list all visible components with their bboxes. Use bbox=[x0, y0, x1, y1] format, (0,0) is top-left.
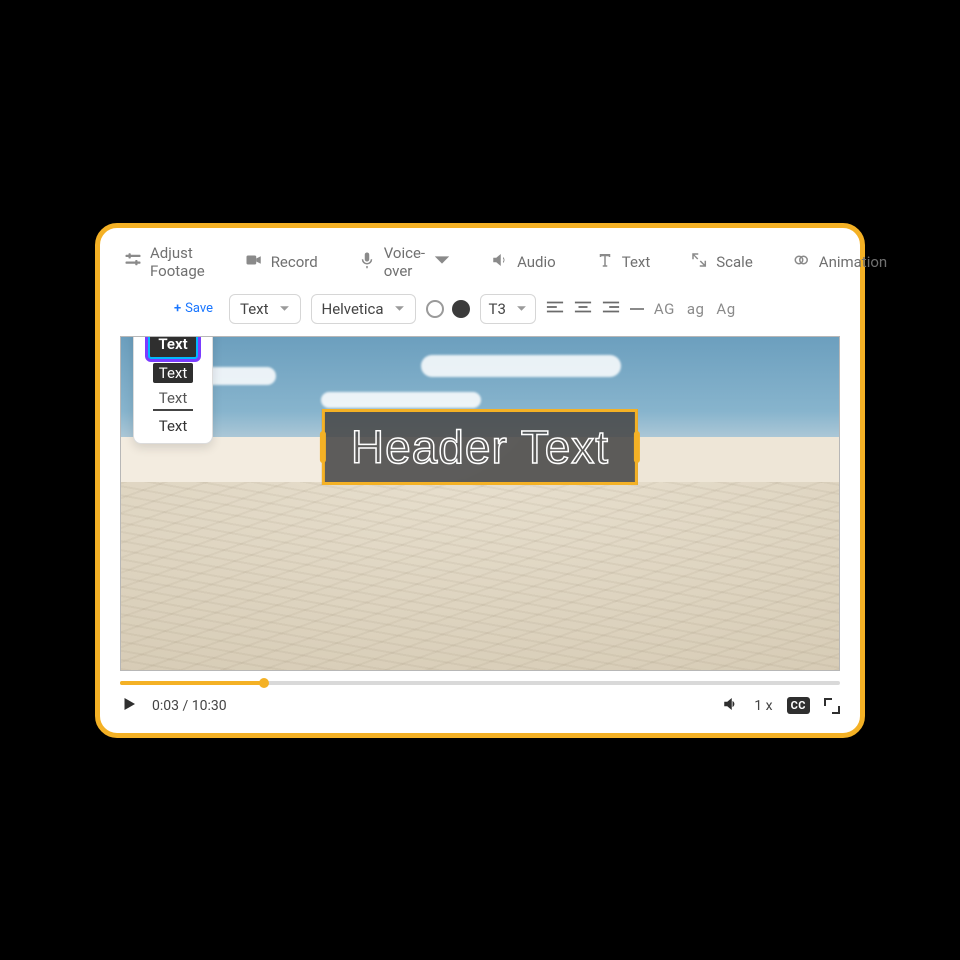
text-overlay-box[interactable]: Header Text bbox=[322, 409, 638, 485]
preview-cloud bbox=[421, 355, 621, 377]
scale-label: Scale bbox=[716, 253, 753, 271]
color-swatches bbox=[426, 300, 470, 318]
alignment-group bbox=[546, 300, 620, 318]
text-button[interactable]: Text bbox=[596, 251, 651, 273]
speaker-icon bbox=[491, 251, 509, 273]
text-style-select-value: Text bbox=[240, 300, 269, 318]
dash-icon[interactable] bbox=[630, 308, 644, 310]
audio-label: Audio bbox=[517, 253, 556, 271]
speed-button[interactable]: 1 x bbox=[754, 698, 772, 714]
animation-icon bbox=[793, 251, 811, 273]
text-case-group: AG ag Ag bbox=[654, 300, 736, 318]
format-toolbar: Save Text Helvetica T3 AG ag Ag bbox=[120, 290, 840, 334]
record-button[interactable]: Record bbox=[245, 251, 318, 273]
volume-button[interactable] bbox=[722, 695, 740, 717]
text-icon bbox=[596, 251, 614, 273]
audio-button[interactable]: Audio bbox=[491, 251, 556, 273]
align-left-icon[interactable] bbox=[546, 300, 564, 318]
main-toolbar: Adjust Footage Record Voice-over Audio bbox=[120, 238, 840, 290]
chevron-down-icon bbox=[394, 300, 405, 318]
microphone-icon bbox=[358, 251, 376, 273]
record-label: Record bbox=[271, 253, 318, 271]
lowercase-button[interactable]: ag bbox=[687, 300, 705, 318]
preview-cloud bbox=[321, 392, 481, 408]
uppercase-button[interactable]: AG bbox=[654, 300, 675, 318]
chevron-down-icon bbox=[433, 251, 451, 273]
voice-over-button[interactable]: Voice-over bbox=[358, 244, 451, 280]
adjust-footage-label: Adjust Footage bbox=[150, 244, 205, 280]
seek-thumb[interactable] bbox=[259, 678, 269, 688]
seek-bar[interactable] bbox=[120, 681, 840, 685]
preview-sand bbox=[121, 482, 839, 670]
video-editor-window: Adjust Footage Record Voice-over Audio bbox=[95, 223, 865, 738]
font-family-select[interactable]: Helvetica bbox=[311, 294, 416, 324]
sliders-icon bbox=[124, 251, 142, 273]
captions-button[interactable]: CC bbox=[787, 697, 810, 714]
text-style-option[interactable]: Text bbox=[153, 363, 194, 383]
save-button[interactable]: Save bbox=[174, 301, 213, 316]
time-total: 10:30 bbox=[192, 698, 227, 714]
adjust-footage-button[interactable]: Adjust Footage bbox=[124, 244, 205, 280]
text-style-option[interactable]: Text bbox=[153, 415, 194, 437]
animation-label: Animation bbox=[819, 253, 887, 271]
save-label: Save bbox=[185, 301, 213, 316]
seek-progress bbox=[120, 681, 264, 685]
video-preview[interactable]: Header Text Text Text Text Text bbox=[120, 336, 840, 671]
fill-color-swatch[interactable] bbox=[452, 300, 470, 318]
text-style-popover: Text Text Text Text bbox=[133, 336, 213, 444]
fullscreen-button[interactable] bbox=[824, 698, 840, 714]
text-style-option[interactable]: Text bbox=[148, 336, 197, 359]
scale-icon bbox=[690, 251, 708, 273]
voice-over-label: Voice-over bbox=[384, 244, 425, 280]
align-center-icon[interactable] bbox=[574, 300, 592, 318]
font-size-select-value: T3 bbox=[489, 300, 506, 318]
player-controls: 0:03 / 10:30 1 x CC bbox=[120, 695, 840, 717]
resize-handle-right[interactable] bbox=[634, 431, 640, 463]
overlay-text: Header Text bbox=[351, 421, 609, 473]
stroke-color-swatch[interactable] bbox=[426, 300, 444, 318]
titlecase-button[interactable]: Ag bbox=[716, 300, 735, 318]
chevron-down-icon bbox=[279, 300, 290, 318]
time-elapsed: 0:03 bbox=[152, 698, 179, 714]
video-camera-icon bbox=[245, 251, 263, 273]
font-size-select[interactable]: T3 bbox=[480, 294, 536, 324]
text-label: Text bbox=[622, 253, 651, 271]
chevron-down-icon bbox=[516, 300, 527, 318]
text-style-select[interactable]: Text bbox=[229, 294, 301, 324]
scrub-row bbox=[120, 681, 840, 685]
font-family-select-value: Helvetica bbox=[322, 300, 384, 318]
resize-handle-left[interactable] bbox=[320, 431, 326, 463]
play-button[interactable] bbox=[120, 695, 138, 717]
scale-button[interactable]: Scale bbox=[690, 251, 753, 273]
align-right-icon[interactable] bbox=[602, 300, 620, 318]
text-style-option[interactable]: Text bbox=[153, 387, 194, 411]
timecode: 0:03 / 10:30 bbox=[152, 698, 227, 714]
animation-button[interactable]: Animation bbox=[793, 251, 887, 273]
